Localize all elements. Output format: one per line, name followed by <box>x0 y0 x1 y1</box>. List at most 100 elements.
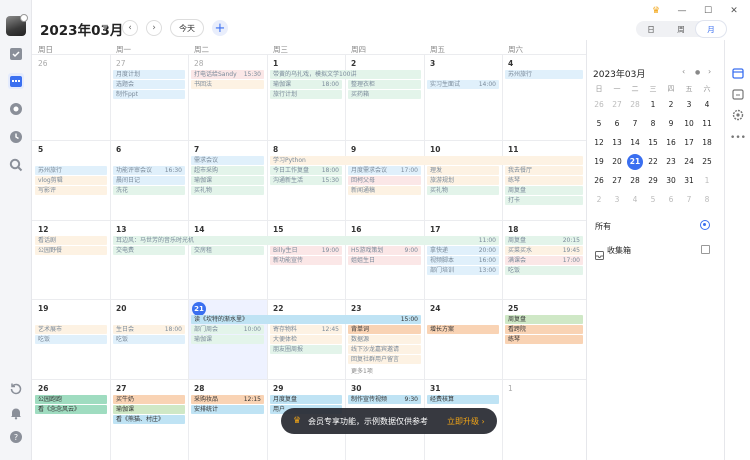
event-chip[interactable]: 部门周会 10:00 <box>191 325 264 334</box>
filter-inbox-checkbox[interactable] <box>701 245 710 254</box>
event-chip[interactable]: 生日会 18:00 <box>113 325 185 334</box>
event-chip[interactable]: 朋友圈周报 <box>270 345 342 354</box>
mini-day[interactable]: 13 <box>608 135 626 151</box>
mini-day[interactable]: 8 <box>698 192 716 208</box>
settings-gear-icon[interactable] <box>731 108 745 122</box>
filter-all-radio[interactable] <box>700 220 710 230</box>
event-chip[interactable]: 制作ppt <box>113 90 185 99</box>
event-chip[interactable]: 我去餐厅 <box>505 166 583 175</box>
task-check-icon[interactable] <box>8 46 24 62</box>
mini-calendar-icon[interactable] <box>731 66 745 80</box>
mini-day[interactable]: 3 <box>680 97 698 113</box>
filter-inbox-label[interactable]: 收集箱 <box>607 245 631 256</box>
event-chip[interactable]: 月度复盘 <box>270 395 342 404</box>
mini-day[interactable]: 4 <box>698 97 716 113</box>
event-chip[interactable]: 读《坎特的渐水里》 15:00 <box>191 315 421 324</box>
day-cell[interactable] <box>424 54 502 140</box>
mini-day[interactable]: 15 <box>644 135 662 151</box>
mini-day[interactable]: 29 <box>644 173 662 189</box>
event-chip[interactable]: 经费核算 <box>427 395 499 404</box>
mini-day[interactable]: 23 <box>662 154 680 170</box>
clock-icon[interactable] <box>8 129 24 145</box>
mini-day[interactable]: 5 <box>590 116 608 132</box>
mini-prev-icon[interactable]: ‹ <box>682 67 685 76</box>
mini-day[interactable]: 5 <box>644 192 662 208</box>
event-chip[interactable]: 月度计划 <box>113 70 185 79</box>
event-chip[interactable]: 旅游规划 <box>427 176 499 185</box>
event-chip[interactable]: 部门培训 13:00 <box>427 266 499 275</box>
event-chip[interactable]: 周复盘 <box>505 315 583 324</box>
event-chip[interactable]: 公园跑跑 <box>35 395 107 404</box>
event-chip[interactable]: 耳边风：马世芳的音乐时光机 11:00 <box>113 236 499 245</box>
event-chip[interactable]: 吃饭 <box>113 335 185 344</box>
event-chip[interactable]: 苏州旅行 <box>505 70 583 79</box>
event-chip[interactable]: 瑜伽课 18:00 <box>270 80 342 89</box>
event-chip[interactable]: 旅行计划 <box>270 90 342 99</box>
upgrade-button[interactable]: 立即升级 › <box>447 416 485 427</box>
mini-day[interactable]: 28 <box>626 97 644 113</box>
mini-day[interactable]: 22 <box>644 154 662 170</box>
event-chip[interactable]: Billy生日 19:00 <box>270 246 342 255</box>
event-chip[interactable]: 数据源 <box>348 335 421 344</box>
event-chip[interactable]: 练琴 <box>505 176 583 185</box>
event-chip[interactable]: 看话剧 <box>35 236 107 245</box>
event-chip[interactable]: 学习Python <box>270 156 583 165</box>
bell-icon[interactable] <box>8 405 24 421</box>
event-chip[interactable]: 看跨院 <box>505 325 583 334</box>
event-chip[interactable]: 回复社群用户留言 <box>348 355 421 364</box>
event-chip[interactable]: 交房租 <box>191 246 264 255</box>
event-chip[interactable]: 寄存物料 12:45 <box>270 325 342 334</box>
event-chip[interactable]: 安排统计 <box>191 405 264 414</box>
mini-day[interactable]: 27 <box>608 173 626 189</box>
minimize-button[interactable]: — <box>676 5 688 17</box>
event-chip[interactable]: 打卡 <box>505 196 583 205</box>
focus-target-icon[interactable] <box>8 101 24 117</box>
mini-day[interactable]: 21 <box>627 154 643 170</box>
mini-day[interactable]: 4 <box>626 192 644 208</box>
event-chip[interactable]: 艺术展市 <box>35 325 107 334</box>
event-chip[interactable]: 买礼物 <box>191 186 264 195</box>
event-chip[interactable]: 今日工作复盘 18:00 <box>270 166 342 175</box>
next-month-button[interactable]: › <box>146 20 162 36</box>
event-chip[interactable]: 瑜伽课 <box>191 335 264 344</box>
mini-day[interactable]: 28 <box>626 173 644 189</box>
event-chip[interactable]: 打电话给Sandy 15:30 <box>191 70 264 79</box>
event-chip[interactable]: 洗花 <box>113 186 185 195</box>
calendar-icon[interactable] <box>8 73 24 89</box>
mini-day[interactable]: 1 <box>644 97 662 113</box>
chevron-down-icon[interactable]: ▼ <box>102 23 108 32</box>
event-chip[interactable]: 拿快递 20:00 <box>427 246 499 255</box>
event-chip[interactable]: 买礼物 <box>427 186 499 195</box>
mini-day[interactable]: 7 <box>626 116 644 132</box>
event-chip[interactable]: 瑜伽课 <box>191 176 264 185</box>
event-chip[interactable]: 采购妆品 12:15 <box>191 395 264 404</box>
mini-day[interactable]: 12 <box>590 135 608 151</box>
event-chip[interactable]: 制作宣传视频 9:30 <box>348 395 421 404</box>
event-chip[interactable]: 买药箱 <box>348 90 421 99</box>
mini-today-dot-icon[interactable]: ● <box>695 69 700 76</box>
event-chip[interactable]: 月度需求会议 17:00 <box>348 166 421 175</box>
event-chip[interactable]: 背单词 <box>348 325 421 334</box>
add-event-button[interactable]: + <box>212 20 228 36</box>
event-chip[interactable]: 回柯父母 <box>348 176 421 185</box>
mini-day[interactable]: 26 <box>590 97 608 113</box>
event-chip[interactable]: 新功能宣传 <box>270 256 342 265</box>
event-chip[interactable]: 增长方案 <box>427 325 499 334</box>
mini-day[interactable]: 2 <box>662 97 680 113</box>
prev-month-button[interactable]: ‹ <box>122 20 138 36</box>
event-chip[interactable]: 沟通新生活 15:30 <box>270 176 342 185</box>
more-dots-icon[interactable]: ••• <box>730 131 746 145</box>
event-chip[interactable]: 理发 <box>427 166 499 175</box>
event-chip[interactable]: 超市采购 <box>191 166 264 175</box>
mini-day[interactable]: 2 <box>590 192 608 208</box>
event-chip[interactable]: 买牛奶 <box>113 395 185 404</box>
event-chip[interactable]: 苏州旅行 <box>35 166 107 175</box>
event-chip[interactable]: 周复盘 20:15 <box>505 236 583 245</box>
mini-day[interactable]: 16 <box>662 135 680 151</box>
event-chip[interactable]: 功能评审会议 16:30 <box>113 166 185 175</box>
event-chip[interactable]: 周复盘 <box>505 186 583 195</box>
mini-day[interactable]: 1 <box>698 173 716 189</box>
tab-day[interactable]: 日 <box>636 21 666 37</box>
mini-day[interactable]: 20 <box>608 154 626 170</box>
mini-day[interactable]: 18 <box>698 135 716 151</box>
